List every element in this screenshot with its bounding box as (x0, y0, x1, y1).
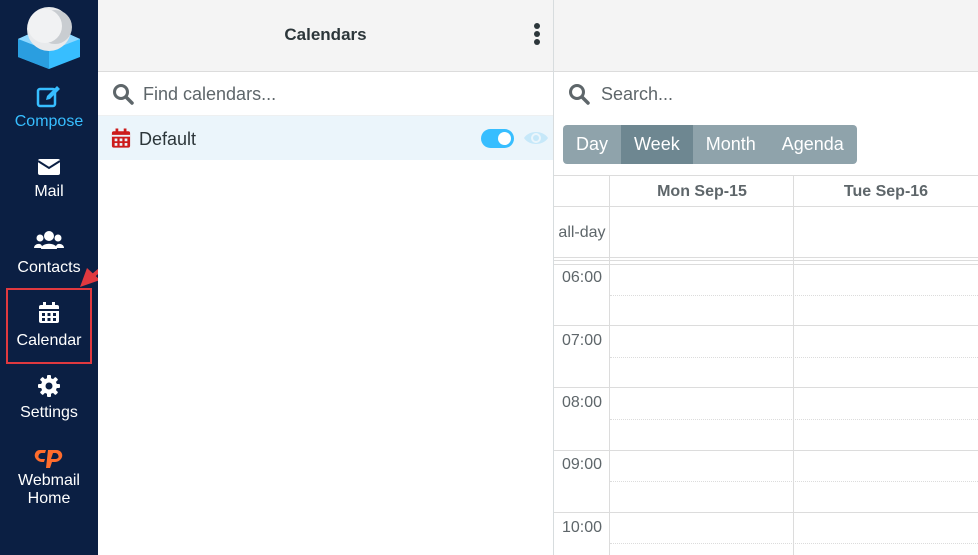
envelope-icon (37, 159, 61, 175)
hour-line (554, 264, 978, 265)
grid-line (793, 207, 794, 555)
hour-label: 10:00 (561, 519, 603, 536)
hour-label: 09:00 (561, 456, 603, 473)
all-day-label: all-day (558, 224, 606, 241)
find-calendars-search[interactable]: Find calendars... (98, 72, 553, 116)
events-search[interactable]: Search... (554, 72, 978, 116)
nav-mail-label: Mail (34, 183, 64, 200)
day-column-header[interactable]: Mon Sep-15 (609, 175, 794, 207)
all-day-row[interactable] (554, 207, 978, 261)
users-icon (34, 231, 64, 249)
day-column-header[interactable]: Tue Sep-16 (793, 175, 978, 207)
half-hour-line (610, 419, 978, 420)
hour-label: 06:00 (561, 269, 603, 286)
calendar-main: Search... Day Week Month Agenda Mon Sep-… (554, 0, 978, 555)
nav-settings[interactable]: Settings (0, 374, 98, 422)
half-hour-line (610, 543, 978, 544)
nav-webmail-home[interactable]: Webmail Home (0, 446, 98, 508)
view-week-button[interactable]: Week (621, 125, 693, 164)
view-switcher: Day Week Month Agenda (563, 125, 857, 164)
hour-label: 07:00 (561, 332, 603, 349)
main-header (554, 0, 978, 72)
nav-webmail-home-label-line1: Webmail (18, 472, 80, 489)
calendars-panel: Calendars Find calendars... Default (98, 0, 554, 555)
calendars-title: Calendars (284, 25, 367, 44)
nav-settings-label: Settings (20, 404, 78, 421)
roundcube-logo-icon[interactable] (16, 5, 82, 69)
calendar-name: Default (139, 129, 197, 149)
week-grid: Mon Sep-15 Tue Sep-16 all-day 06:00 07:0… (554, 175, 978, 555)
nav-webmail-home-label-line2: Home (27, 490, 71, 507)
calendar-icon (111, 128, 131, 148)
view-day-button[interactable]: Day (563, 125, 621, 164)
half-hour-line (610, 481, 978, 482)
half-hour-line (610, 295, 978, 296)
grid-line (609, 207, 610, 555)
hour-label: 08:00 (561, 394, 603, 411)
hour-line (554, 450, 978, 451)
gear-icon (38, 375, 60, 397)
half-hour-line (610, 357, 978, 358)
calendars-header: Calendars (98, 0, 553, 72)
search-icon (569, 84, 590, 105)
hour-line (554, 325, 978, 326)
hour-line (554, 512, 978, 513)
view-month-button[interactable]: Month (693, 125, 769, 164)
calendar-list-item[interactable]: Default (98, 116, 553, 160)
nav-compose[interactable]: Compose (0, 84, 98, 131)
edit-icon (36, 86, 60, 108)
nav-mail[interactable]: Mail (0, 157, 98, 201)
calendar-highlight-box (6, 288, 92, 364)
cpanel-icon (34, 450, 63, 468)
find-calendars-input[interactable]: Find calendars... (143, 84, 276, 105)
nav-compose-label: Compose (14, 113, 84, 130)
events-search-input[interactable]: Search... (601, 84, 673, 105)
calendar-enabled-toggle[interactable] (481, 129, 514, 148)
eye-icon[interactable] (523, 128, 549, 148)
kebab-menu-icon[interactable] (531, 22, 543, 48)
time-column-header (554, 175, 610, 207)
search-icon (113, 84, 134, 105)
view-agenda-button[interactable]: Agenda (769, 125, 857, 164)
hour-line (554, 387, 978, 388)
